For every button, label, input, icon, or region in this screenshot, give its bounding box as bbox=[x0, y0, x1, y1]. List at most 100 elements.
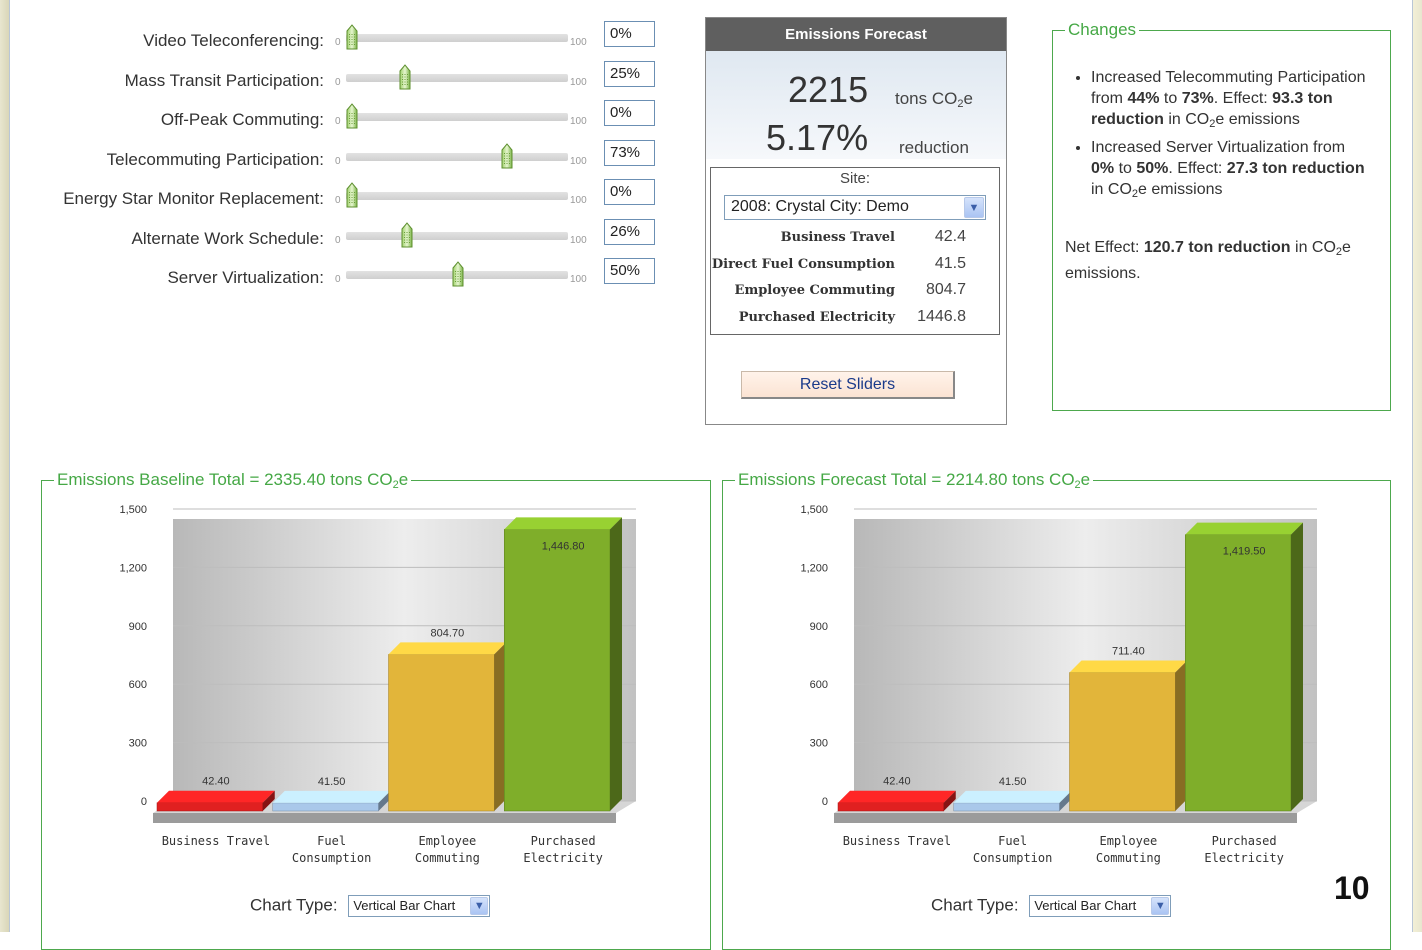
site-dropdown[interactable]: 2008: Crystal City: Demo ▼ bbox=[724, 195, 986, 220]
slider-value-input[interactable]: 25% bbox=[604, 61, 655, 87]
change-item: Increased Server Virtualization from 0% … bbox=[1091, 137, 1367, 205]
chart-x-category-label: Business Travel bbox=[162, 834, 270, 848]
chart-type-dropdown[interactable]: Vertical Bar Chart ▼ bbox=[1029, 895, 1172, 917]
slider-min-label: 0 bbox=[335, 195, 341, 206]
site-dropdown-value: 2008: Crystal City: Demo bbox=[731, 198, 909, 215]
chart-y-tick-label: 900 bbox=[810, 621, 828, 633]
slider-min-label: 0 bbox=[335, 274, 341, 285]
slider-value-input[interactable]: 50% bbox=[604, 258, 655, 284]
chart-type-dropdown[interactable]: Vertical Bar Chart ▼ bbox=[348, 895, 491, 917]
slider-track[interactable] bbox=[346, 74, 568, 82]
slider-min-label: 0 bbox=[335, 37, 341, 48]
chart-data-label: 42.40 bbox=[202, 776, 230, 788]
chart-floor-edge bbox=[153, 813, 616, 823]
chart-floor-edge bbox=[834, 813, 1297, 823]
site-row-label: Business Travel bbox=[780, 230, 895, 245]
reset-sliders-button[interactable]: Reset Sliders bbox=[741, 371, 955, 399]
chart-type-row: Chart Type: Vertical Bar Chart ▼ bbox=[250, 895, 491, 917]
page-number: 10 bbox=[1334, 870, 1370, 906]
slider-label: Mass Transit Participation: bbox=[124, 71, 324, 90]
slider-thumb[interactable] bbox=[499, 142, 515, 170]
chart-bar bbox=[156, 790, 275, 812]
slider-max-label: 100 bbox=[570, 77, 587, 88]
chart-bar bbox=[953, 790, 1072, 812]
slider-min-label: 0 bbox=[335, 235, 341, 246]
emissions-forecast-panel: Emissions Forecast 2215 tons CO2e 5.17% … bbox=[705, 17, 1007, 425]
chart-data-label: 711.40 bbox=[1112, 646, 1145, 658]
chart-x-category-label: Employee bbox=[418, 834, 476, 848]
chevron-down-icon[interactable]: ▼ bbox=[470, 897, 489, 915]
slider-min-label: 0 bbox=[335, 156, 341, 167]
slider-value-input[interactable]: 0% bbox=[604, 100, 655, 126]
slider-row: Video Teleconferencing: 0 100 0% bbox=[0, 21, 660, 61]
chart-x-category-label: Commuting bbox=[415, 851, 480, 865]
slider-thumb[interactable] bbox=[399, 221, 415, 249]
chart-x-category-label: Consumption bbox=[973, 851, 1052, 865]
slider-label: Energy Star Monitor Replacement: bbox=[63, 189, 324, 208]
slider-label: Video Teleconferencing: bbox=[143, 31, 324, 50]
site-label: Site: bbox=[839, 170, 870, 187]
chevron-down-icon[interactable]: ▼ bbox=[964, 197, 984, 218]
chart-data-label: 41.50 bbox=[999, 776, 1027, 788]
slider-row: Server Virtualization: 0 100 50% bbox=[0, 258, 660, 298]
chart-bar bbox=[1185, 522, 1303, 812]
slider-value-input[interactable]: 0% bbox=[604, 179, 655, 205]
slider-max-label: 100 bbox=[570, 116, 587, 127]
chart-x-category-label: Fuel bbox=[998, 834, 1027, 848]
slider-track[interactable] bbox=[346, 153, 568, 161]
chart-data-label: 804.70 bbox=[431, 627, 465, 639]
slider-value-input[interactable]: 0% bbox=[604, 21, 655, 47]
chart-bar bbox=[837, 790, 956, 812]
chart-x-category-label: Purchased bbox=[1212, 834, 1277, 848]
changes-list: Increased Telecommuting Participation fr… bbox=[1067, 67, 1367, 207]
slider-row: Off-Peak Commuting: 0 100 0% bbox=[0, 100, 660, 140]
slider-track[interactable] bbox=[346, 113, 568, 121]
slider-max-label: 100 bbox=[570, 156, 587, 167]
slider-row: Telecommuting Participation: 0 100 73% bbox=[0, 140, 660, 180]
slider-label: Server Virtualization: bbox=[167, 268, 324, 287]
chart-y-tick-label: 900 bbox=[129, 621, 147, 633]
chart-y-tick-label: 300 bbox=[129, 738, 147, 750]
chevron-down-icon[interactable]: ▼ bbox=[1151, 897, 1170, 915]
chart-y-tick-label: 600 bbox=[129, 679, 147, 691]
chart-bar bbox=[504, 517, 622, 812]
chart-y-tick-label: 0 bbox=[822, 796, 828, 808]
slider-max-label: 100 bbox=[570, 274, 587, 285]
slider-min-label: 0 bbox=[335, 116, 341, 127]
chart-x-category-label: Consumption bbox=[292, 851, 371, 865]
slider-value-input[interactable]: 73% bbox=[604, 140, 655, 166]
slider-thumb[interactable] bbox=[450, 260, 466, 288]
slider-track[interactable] bbox=[346, 192, 568, 200]
chart-type-value: Vertical Bar Chart bbox=[1034, 898, 1137, 913]
chart-y-tick-label: 1,500 bbox=[119, 504, 147, 516]
chart-y-tick-label: 300 bbox=[810, 738, 828, 750]
slider-thumb[interactable] bbox=[344, 23, 360, 51]
slider-max-label: 100 bbox=[570, 37, 587, 48]
slider-value-input[interactable]: 26% bbox=[604, 219, 655, 245]
site-row-direct-fuel: Direct Fuel Consumption 41.5 bbox=[711, 253, 999, 279]
chart-bar bbox=[1069, 660, 1188, 812]
change-item: Increased Telecommuting Participation fr… bbox=[1091, 67, 1367, 135]
chart-y-tick-label: 600 bbox=[810, 679, 828, 691]
slider-thumb[interactable] bbox=[344, 181, 360, 209]
chart-type-row: Chart Type: Vertical Bar Chart ▼ bbox=[931, 895, 1172, 917]
forecast-total-unit: tons CO2e bbox=[895, 89, 973, 110]
slider-label: Alternate Work Schedule: bbox=[131, 229, 324, 248]
slider-thumb[interactable] bbox=[344, 102, 360, 130]
chart-data-label: 1,446.80 bbox=[542, 540, 585, 552]
site-box: Site: 2008: Crystal City: Demo ▼ Busines… bbox=[710, 167, 1000, 335]
slider-thumb[interactable] bbox=[397, 63, 413, 91]
site-row-purchased-electricity: Purchased Electricity 1446.8 bbox=[711, 306, 999, 332]
site-row-label: Direct Fuel Consumption bbox=[711, 257, 895, 272]
forecast-total: 2215 bbox=[788, 69, 869, 110]
slider-track[interactable] bbox=[346, 232, 568, 240]
chart-data-label: 41.50 bbox=[318, 776, 346, 788]
chart-y-tick-label: 1,500 bbox=[800, 504, 828, 516]
forecast-reduction-label: reduction bbox=[899, 138, 969, 157]
window-frame-right bbox=[1412, 0, 1422, 932]
chart-y-tick-label: 1,200 bbox=[119, 562, 147, 574]
chart-x-category-label: Business Travel bbox=[843, 834, 951, 848]
site-row-value: 42.4 bbox=[934, 228, 966, 245]
site-row-label: Purchased Electricity bbox=[738, 310, 895, 325]
slider-track[interactable] bbox=[346, 34, 568, 42]
